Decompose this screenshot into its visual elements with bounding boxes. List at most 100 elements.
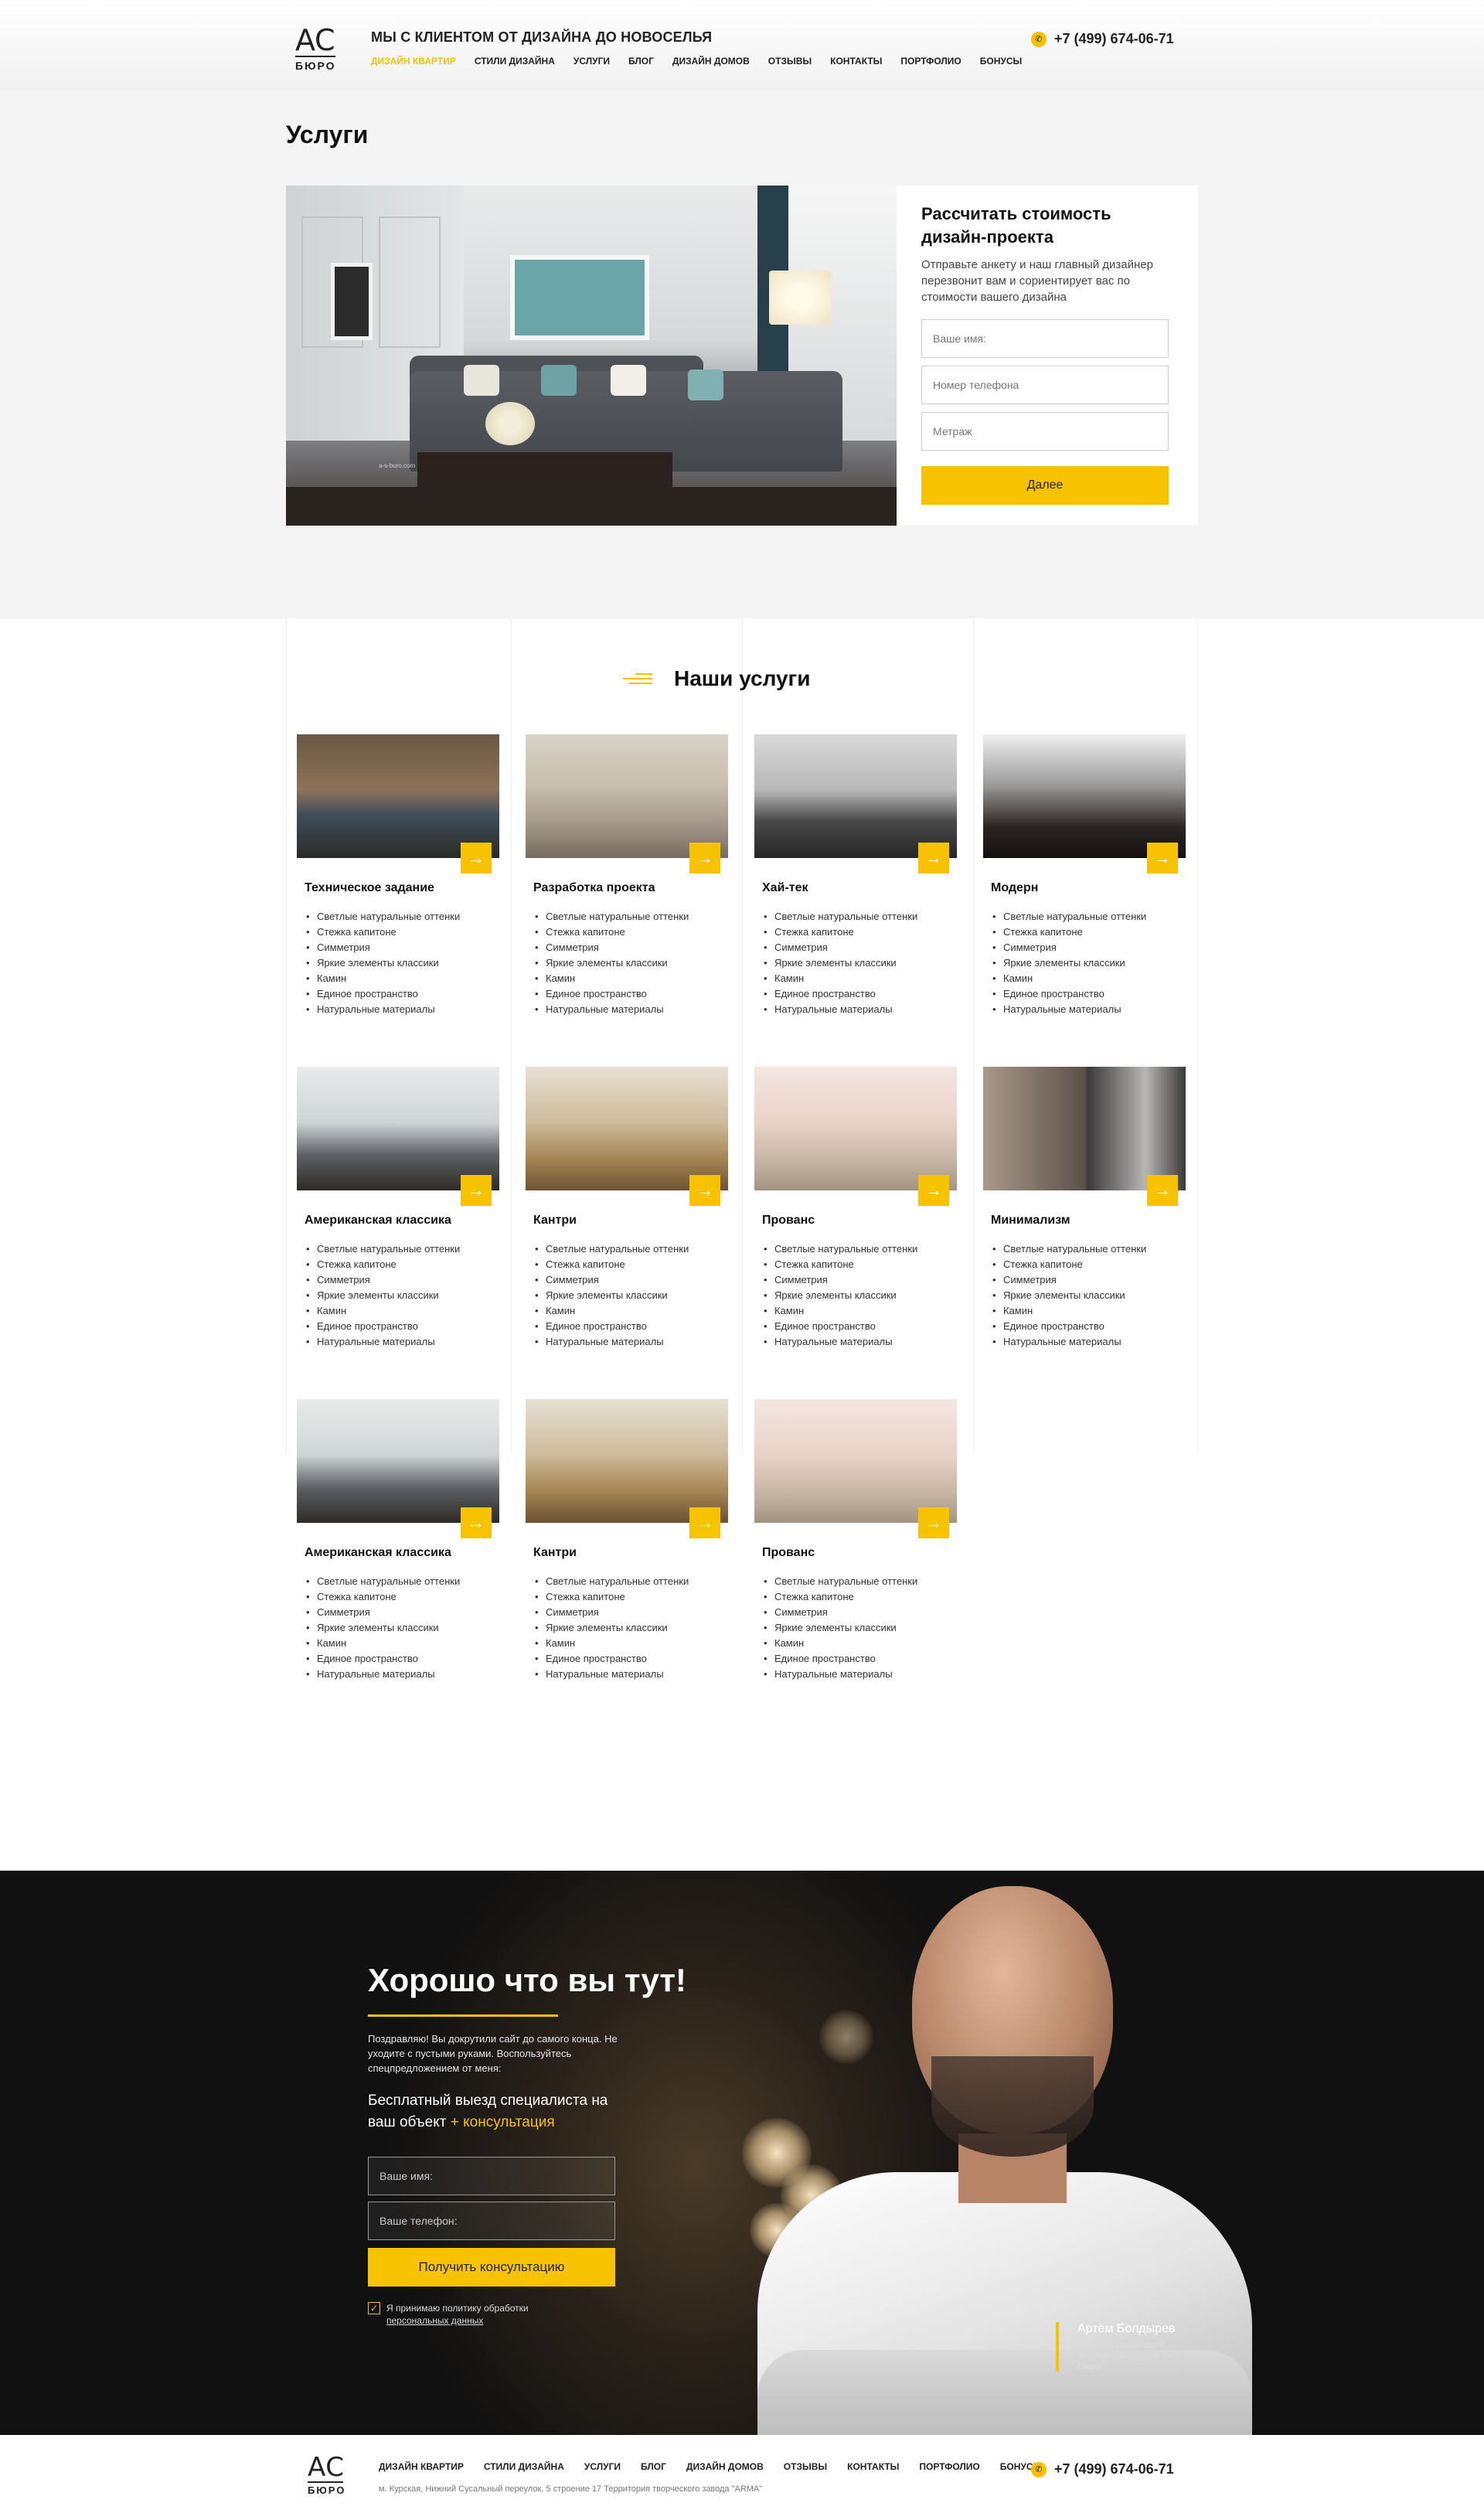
phone-icon: ✆ — [1031, 2461, 1047, 2477]
service-title: Американская классика — [305, 1546, 451, 1559]
service-feature: Симметрия — [762, 940, 957, 955]
service-feature: Единое пространство — [991, 1319, 1186, 1334]
footer-nav-blog[interactable]: БЛОГ — [641, 2461, 666, 2472]
service-card[interactable]: → Американская классика Светлые натуральны… — [297, 1067, 499, 1350]
nav-item-bonuses[interactable]: БОНУСЫ — [980, 56, 1023, 66]
hero-pillow — [688, 369, 723, 400]
service-card[interactable]: → Кантри Светлые натуральные оттенкиСтежка… — [526, 1399, 728, 1682]
designer-name: Артём Болдырев — [1077, 2322, 1176, 2335]
services-title: Наши услуги — [674, 666, 811, 690]
service-card[interactable]: → Кантри Светлые натуральные оттенкиСтежка… — [526, 1067, 728, 1350]
arrow-right-icon[interactable]: → — [461, 1175, 492, 1206]
arrow-right-icon[interactable]: → — [1147, 843, 1178, 873]
service-feature: Яркие элементы классики — [533, 955, 728, 971]
service-feature: Стежка капитоне — [533, 925, 728, 940]
promo-name-input[interactable] — [368, 2157, 615, 2195]
footer-nav-house-design[interactable]: ДИЗАЙН ДОМОВ — [686, 2461, 764, 2472]
service-feature: Светлые натуральные оттенки — [533, 909, 728, 925]
phone-icon: ✆ — [1031, 31, 1047, 47]
nav-item-design-styles[interactable]: СТИЛИ ДИЗАЙНА — [475, 56, 555, 66]
service-card[interactable]: → Прованс Светлые натуральные оттенкиСтежк… — [754, 1067, 957, 1350]
service-feature: Симметрия — [533, 940, 728, 955]
service-card[interactable]: → Техническое задание Светлые натуральные … — [297, 734, 499, 1017]
area-input[interactable] — [921, 412, 1169, 451]
nav-item-services[interactable]: УСЛУГИ — [574, 56, 610, 66]
heading-lines-icon — [623, 673, 652, 684]
service-card[interactable]: → Американская классика Светлые натуральны… — [297, 1399, 499, 1682]
promo-phone-input[interactable] — [368, 2202, 615, 2240]
service-features: Светлые натуральные оттенкиСтежка капито… — [305, 1241, 499, 1350]
calc-form-text: Отправьте анкету и наш главный дизайнер … — [921, 258, 1153, 304]
slogan: МЫ С КЛИЕНТОМ ОТ ДИЗАЙНА ДО НОВОСЕЛЬЯ — [371, 29, 713, 45]
service-feature: Симметрия — [762, 1272, 957, 1288]
page-title: Услуги — [286, 121, 369, 148]
footer-nav-services[interactable]: УСЛУГИ — [584, 2461, 621, 2472]
arrow-right-icon[interactable]: → — [689, 1507, 720, 1538]
nav-item-reviews[interactable]: ОТЗЫВЫ — [768, 56, 812, 66]
service-title: Техническое задание — [305, 881, 434, 894]
next-button[interactable]: Далее — [921, 466, 1169, 505]
footer-nav-reviews[interactable]: ОТЗЫВЫ — [784, 2461, 827, 2472]
nav-item-apartment-design[interactable]: ДИЗАЙН КВАРТИР — [371, 56, 456, 66]
nav-item-contacts[interactable]: КОНТАКТЫ — [830, 56, 882, 66]
service-feature: Яркие элементы классики — [762, 955, 957, 971]
footer-nav-contacts[interactable]: КОНТАКТЫ — [847, 2461, 899, 2472]
footer-nav-design-styles[interactable]: СТИЛИ ДИЗАЙНА — [484, 2461, 564, 2472]
hero-image: a-s-buro.com — [286, 186, 897, 526]
arrow-right-icon[interactable]: → — [918, 843, 949, 873]
service-image — [754, 1399, 957, 1523]
service-image — [983, 1067, 1186, 1190]
arrow-right-icon[interactable]: → — [689, 843, 720, 873]
arrow-right-icon[interactable]: → — [461, 843, 492, 873]
arrow-right-icon[interactable]: → — [918, 1175, 949, 1206]
designer-signature: Артём Болдырев главный дизайнер и основа… — [1056, 2322, 1193, 2372]
service-feature: Натуральные материалы — [305, 1667, 499, 1682]
footer-nav-apartment-design[interactable]: ДИЗАЙН КВАРТИР — [379, 2461, 464, 2472]
service-feature: Симметрия — [762, 1605, 957, 1620]
arrow-right-icon[interactable]: → — [689, 1175, 720, 1206]
arrow-right-icon[interactable]: → — [918, 1507, 949, 1538]
service-feature: Камин — [533, 971, 728, 986]
footer-nav: ДИЗАЙН КВАРТИР СТИЛИ ДИЗАЙНА УСЛУГИ БЛОГ… — [379, 2461, 1062, 2472]
name-input[interactable] — [921, 319, 1169, 358]
footer-phone[interactable]: ✆ +7 (499) 674-06-71 — [1031, 2461, 1174, 2477]
nav-item-blog[interactable]: БЛОГ — [628, 56, 654, 66]
service-card[interactable]: → Разработка проекта Светлые натуральные о… — [526, 734, 728, 1017]
nav-item-house-design[interactable]: ДИЗАЙН ДОМОВ — [672, 56, 750, 66]
service-card[interactable]: → Прованс Светлые натуральные оттенкиСтежк… — [754, 1399, 957, 1682]
privacy-consent: ✓ Я принимаю политику обработки персонал… — [368, 2302, 556, 2327]
get-consultation-button[interactable]: Получить консультацию — [368, 2248, 615, 2287]
phone-input[interactable] — [921, 366, 1169, 404]
nav-item-portfolio[interactable]: ПОРТФОЛИО — [900, 56, 961, 66]
service-feature: Яркие элементы классики — [533, 1620, 728, 1636]
service-card[interactable]: → Хай-тек Светлые натуральные оттенкиСтежк… — [754, 734, 957, 1017]
arrow-right-icon[interactable]: → — [461, 1507, 492, 1538]
consent-checkbox[interactable]: ✓ — [368, 2302, 380, 2314]
service-feature: Натуральные материалы — [305, 1334, 499, 1350]
service-card[interactable]: → Минимализм Светлые натуральные оттенкиСт… — [983, 1067, 1186, 1350]
service-feature: Камин — [305, 1303, 499, 1319]
hero-rug — [286, 487, 897, 526]
service-feature: Яркие элементы классики — [305, 1620, 499, 1636]
hero-floor-lamp — [769, 271, 831, 325]
privacy-policy-link[interactable]: персональных данных — [386, 2315, 483, 2326]
logo[interactable]: АС БЮРО — [295, 26, 340, 74]
promo-text: Поздравляю! Вы докрутили сайт до самого … — [368, 2033, 618, 2074]
service-feature: Симметрия — [533, 1605, 728, 1620]
service-image — [297, 1067, 499, 1190]
services-heading: Наши услуги — [623, 666, 810, 691]
service-features: Светлые натуральные оттенкиСтежка капито… — [991, 1241, 1186, 1350]
service-feature: Единое пространство — [533, 1319, 728, 1334]
header-phone[interactable]: ✆ +7 (499) 674-06-71 — [1031, 31, 1174, 47]
service-feature: Симметрия — [991, 1272, 1186, 1288]
arrow-right-icon[interactable]: → — [1147, 1175, 1178, 1206]
service-feature: Симметрия — [305, 1272, 499, 1288]
service-title: Кантри — [533, 1214, 577, 1227]
footer-logo[interactable]: АС БЮРО — [308, 2454, 348, 2496]
hero-picture-frame — [331, 263, 373, 340]
footer-nav-portfolio[interactable]: ПОРТФОЛИО — [919, 2461, 979, 2472]
service-card[interactable]: → Модерн Светлые натуральные оттенкиСтежка… — [983, 734, 1186, 1017]
service-feature: Стежка капитоне — [305, 1257, 499, 1272]
designer-role: главный дизайнер и основатель студии "АС… — [1077, 2339, 1177, 2372]
service-title: Минимализм — [991, 1214, 1070, 1227]
